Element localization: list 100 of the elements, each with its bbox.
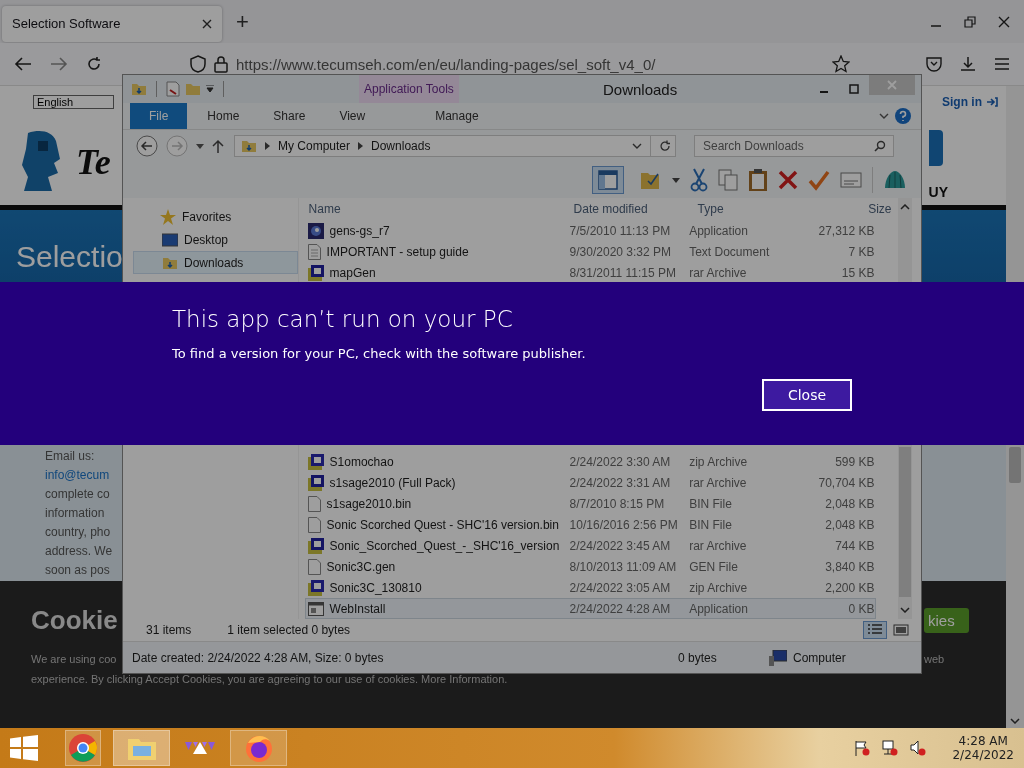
search-icon[interactable] [874, 140, 886, 152]
url-text[interactable]: https://www.tecumseh.com/en/eu/landing-pages/sel_soft_v4_0/ [236, 55, 656, 73]
properties-icon[interactable] [166, 81, 180, 97]
close-icon[interactable] [998, 15, 1010, 28]
chevron-down-icon[interactable] [1010, 718, 1020, 724]
layout-pane-icon[interactable] [592, 166, 624, 194]
refresh-icon[interactable] [659, 140, 671, 152]
cookie-text: We are using coo [31, 653, 117, 665]
close-button[interactable]: Close [762, 379, 852, 411]
pocket-icon[interactable] [926, 56, 942, 73]
file-row[interactable]: mapGen 8/31/2011 11:15 PM rar Archive 15 KB [304, 262, 876, 283]
file-row[interactable]: Sonic_Scorched_Quest_-_SHC'16_version 2/24/2022 3:45 AM rar Archive 744 KB [304, 535, 876, 556]
file-row[interactable]: gens-gs_r7 7/5/2010 11:13 PM Application 27,312 KB [304, 220, 876, 241]
table-cell-text: rar Archive [688, 475, 748, 490]
chevron-right-icon[interactable] [358, 142, 364, 150]
windows-start-icon[interactable] [10, 735, 38, 761]
browser-tab[interactable]: Selection Software [2, 5, 222, 42]
computer-icon [769, 649, 787, 666]
star-icon[interactable] [832, 55, 850, 74]
file-name: S1omochao [329, 454, 394, 469]
checkmark-icon[interactable] [808, 169, 830, 191]
details-view-icon[interactable] [863, 621, 887, 639]
details-text: Date created: 2/24/2022 4:28 AM, Size: 0 bytes [132, 650, 385, 665]
lock-icon [214, 55, 228, 74]
file-row[interactable]: IMPORTANT - setup guide 9/30/2020 3:32 PM Text Document 7 KB [304, 241, 876, 262]
nav-item[interactable]: Desktop [133, 228, 298, 251]
firefox-icon[interactable] [230, 730, 287, 766]
table-cell-text: 3,840 KB [824, 559, 875, 574]
forward-icon[interactable] [50, 56, 68, 73]
ribbon-tab[interactable]: Manage [421, 103, 493, 129]
table-cell-text: zip Archive [688, 580, 749, 595]
location-text: Computer [793, 650, 846, 665]
flag-icon[interactable] [854, 740, 871, 756]
column-header[interactable]: Name [304, 202, 570, 216]
reload-icon[interactable] [86, 56, 102, 73]
ribbon-tab[interactable]: View [325, 103, 380, 129]
column-header[interactable]: Size [797, 202, 892, 216]
file-row[interactable]: Sonic Scorched Quest - SHC'16 version.bin 10/16/2016 2:56 PM BIN File 2,048 KB [304, 514, 876, 535]
folder-icon[interactable] [131, 81, 147, 97]
file-row[interactable]: Sonic3C.gen 8/10/2013 11:09 AM GEN File 3,840 KB [304, 556, 876, 577]
maximize-icon[interactable] [849, 84, 859, 94]
column-header[interactable]: Type [693, 202, 798, 216]
chrome-icon[interactable] [65, 730, 101, 766]
chevron-down-icon[interactable] [900, 607, 910, 613]
file-name: Sonic_Scorched_Quest_-_SHC'16_version [329, 538, 560, 553]
file-row[interactable]: WebInstall 2/24/2022 4:28 AM Application 0 KB [304, 598, 876, 619]
clipboard-icon[interactable] [748, 168, 768, 192]
ribbon-tab[interactable]: Home [193, 103, 254, 129]
back-icon[interactable] [14, 56, 32, 73]
address-bar[interactable]: My Computer Downloads [234, 135, 676, 157]
table-cell-text: 7/5/2010 11:13 PM [568, 223, 672, 238]
file-row[interactable]: S1omochao 2/24/2022 3:30 AM zip Archive 599 KB [304, 451, 876, 472]
thumbnails-view-icon[interactable] [893, 623, 909, 637]
file-name: Sonic3C.gen [326, 559, 396, 574]
scrollbar-thumb[interactable] [1009, 447, 1021, 483]
table-cell-text: 2,048 KB [824, 496, 875, 511]
dropdown-icon[interactable] [196, 143, 204, 149]
scissors-icon[interactable] [690, 168, 708, 192]
chevron-up-icon[interactable] [900, 204, 910, 210]
ribbon-tab[interactable]: Share [259, 103, 320, 129]
file-row[interactable]: s1sage2010.bin 8/7/2010 8:15 PM BIN File 2,048 KB [304, 493, 876, 514]
close-icon[interactable] [202, 18, 212, 29]
breadcrumb-item[interactable]: My Computer [278, 139, 351, 153]
speaker-icon[interactable] [910, 740, 927, 756]
menu-icon[interactable] [994, 57, 1010, 72]
dropdown-icon[interactable] [672, 177, 680, 183]
header-button[interactable] [928, 130, 943, 166]
chevron-down-icon[interactable] [879, 113, 889, 119]
language-select[interactable]: English [33, 95, 115, 109]
up-arrow-icon[interactable] [212, 139, 224, 153]
chevron-down-icon[interactable] [632, 143, 642, 149]
download-icon[interactable] [960, 56, 976, 73]
dropdown-icon[interactable] [206, 85, 214, 93]
menu-text[interactable]: UY [928, 184, 948, 200]
network-icon[interactable] [882, 740, 899, 756]
help-icon[interactable] [895, 108, 911, 124]
sign-in-icon[interactable] [987, 97, 998, 107]
new-tab-button[interactable]: + [236, 8, 249, 35]
column-header[interactable]: Date modified [569, 202, 694, 216]
breadcrumb-item[interactable]: Downloads [371, 139, 431, 153]
window-title: Downloads [603, 81, 678, 98]
chevron-right-icon[interactable] [265, 142, 270, 150]
file-name: s1sage2010 (Full Pack) [329, 475, 456, 490]
clock[interactable]: 4:28 AM 2/24/2022 [952, 734, 1014, 762]
nav-item[interactable]: Favorites [133, 205, 298, 228]
table-cell-text: 8/10/2013 11:09 AM [568, 559, 678, 574]
copy-icon[interactable] [718, 169, 738, 191]
file-row[interactable]: s1sage2010 (Full Pack) 2/24/2022 3:31 AM rar Archive 70,704 KB [304, 472, 876, 493]
shield-icon[interactable] [190, 55, 206, 74]
sign-in-link[interactable]: Sign in [942, 95, 982, 109]
search-field[interactable]: Search Downloads [694, 135, 894, 157]
scrollbar-thumb[interactable] [899, 447, 911, 597]
nav-item[interactable]: Downloads [133, 251, 298, 274]
file-row[interactable]: Sonic3C_130810 2/24/2022 3:05 AM zip Archive 2,200 KB [304, 577, 876, 598]
cookie-text: experience. By clicking Accept Cookies, you are agreeing to our use of cookies. More Information. [31, 673, 508, 685]
context-tab-header: Application Tools [359, 75, 459, 103]
table-cell-text: 0 KB [847, 601, 875, 616]
back-icon[interactable] [136, 135, 158, 157]
restore-icon[interactable] [964, 15, 976, 28]
delete-icon[interactable] [778, 170, 798, 190]
